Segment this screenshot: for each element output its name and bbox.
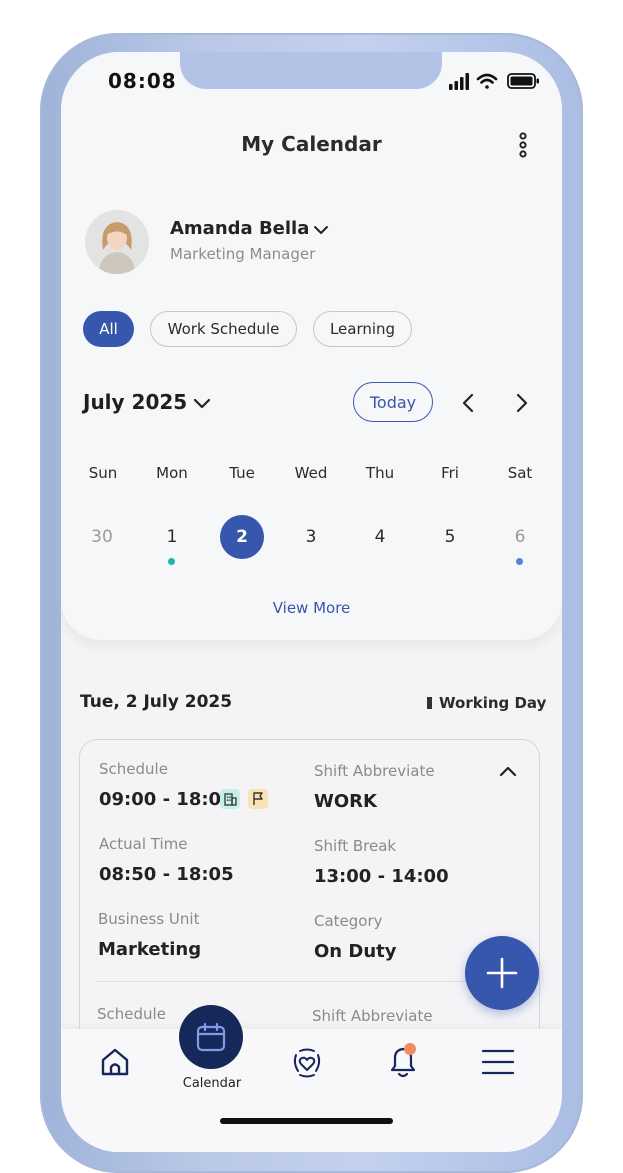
day-type-label: Working Day (439, 694, 547, 712)
shift-abbrev-value: WORK (314, 791, 377, 812)
view-more-link[interactable]: View More (61, 599, 562, 617)
more-options-icon[interactable] (516, 132, 530, 158)
avatar[interactable] (85, 210, 149, 274)
shift-break-value: 13:00 - 14:00 (314, 866, 449, 887)
date-cell[interactable]: 5 (428, 515, 472, 559)
shift-break-label: Shift Break (314, 837, 397, 855)
home-indicator (220, 1118, 393, 1124)
category-label: Category (314, 912, 383, 930)
building-icon (220, 789, 240, 809)
date-cell[interactable]: 6 (498, 515, 542, 559)
chevron-down-icon[interactable] (313, 222, 329, 238)
menu-icon[interactable] (481, 1048, 515, 1076)
chevron-up-icon[interactable] (499, 764, 517, 778)
shift-abbrev-label: Shift Abbreviate (312, 1007, 433, 1025)
notch (180, 52, 442, 89)
schedule-value: 09:00 - 18:00 (99, 789, 234, 810)
selected-date-heading: Tue, 2 July 2025 (80, 692, 233, 712)
date-cell-selected[interactable]: 2 (220, 515, 264, 559)
filter-chip-learning[interactable]: Learning (313, 311, 412, 347)
schedule-label: Schedule (99, 760, 168, 778)
weekday-label: Thu (365, 464, 395, 482)
user-role: Marketing Manager (170, 245, 316, 263)
category-value: On Duty (314, 941, 397, 962)
status-time: 08:08 (108, 69, 177, 93)
calendar-icon (196, 1022, 226, 1052)
battery-icon (507, 73, 539, 89)
bell-icon[interactable] (386, 1042, 420, 1080)
weekday-label: Fri (441, 464, 459, 482)
date-cell[interactable]: 1 (150, 515, 194, 559)
notification-dot (404, 1043, 416, 1055)
weekday-label: Sun (88, 464, 118, 482)
heart-shield-icon[interactable] (290, 1046, 324, 1080)
shift-abbrev-label: Shift Abbreviate (314, 762, 435, 780)
divider (97, 981, 525, 982)
calendar-nav-button[interactable] (179, 1005, 243, 1069)
user-name[interactable]: Amanda Bella (170, 218, 309, 239)
event-dot (168, 558, 175, 565)
chevron-down-icon[interactable] (193, 394, 211, 412)
schedule-label: Schedule (97, 1005, 166, 1023)
app-screen: 08:08 My Calendar Amanda Bella Marketing… (61, 52, 562, 1152)
working-day-indicator (427, 697, 432, 709)
business-unit-value: Marketing (98, 939, 202, 960)
date-cell[interactable]: 4 (358, 515, 402, 559)
page-title: My Calendar (241, 132, 382, 156)
signal-icon (449, 73, 469, 90)
filter-chip-all[interactable]: All (83, 311, 134, 347)
chevron-left-icon[interactable] (459, 392, 479, 414)
date-cell[interactable]: 3 (289, 515, 333, 559)
filter-chip-work-schedule[interactable]: Work Schedule (150, 311, 297, 347)
month-selector[interactable]: July 2025 (83, 390, 187, 414)
actual-time-label: Actual Time (99, 835, 188, 853)
home-icon[interactable] (99, 1046, 131, 1078)
status-icons (449, 73, 539, 90)
flag-icon (248, 789, 268, 809)
weekday-label: Mon (156, 464, 188, 482)
wifi-icon (476, 73, 498, 89)
actual-time-value: 08:50 - 18:05 (99, 864, 234, 885)
business-unit-label: Business Unit (98, 910, 200, 928)
today-button[interactable]: Today (353, 382, 433, 422)
add-event-button[interactable] (465, 936, 539, 1010)
date-cell[interactable]: 30 (80, 515, 124, 559)
nav-label-calendar[interactable]: Calendar (172, 1076, 252, 1091)
chevron-right-icon[interactable] (511, 392, 531, 414)
plus-icon (486, 957, 518, 989)
event-dot (516, 558, 523, 565)
weekday-label: Wed (294, 464, 328, 482)
weekday-label: Sat (507, 464, 533, 482)
weekday-label: Tue (229, 464, 255, 482)
